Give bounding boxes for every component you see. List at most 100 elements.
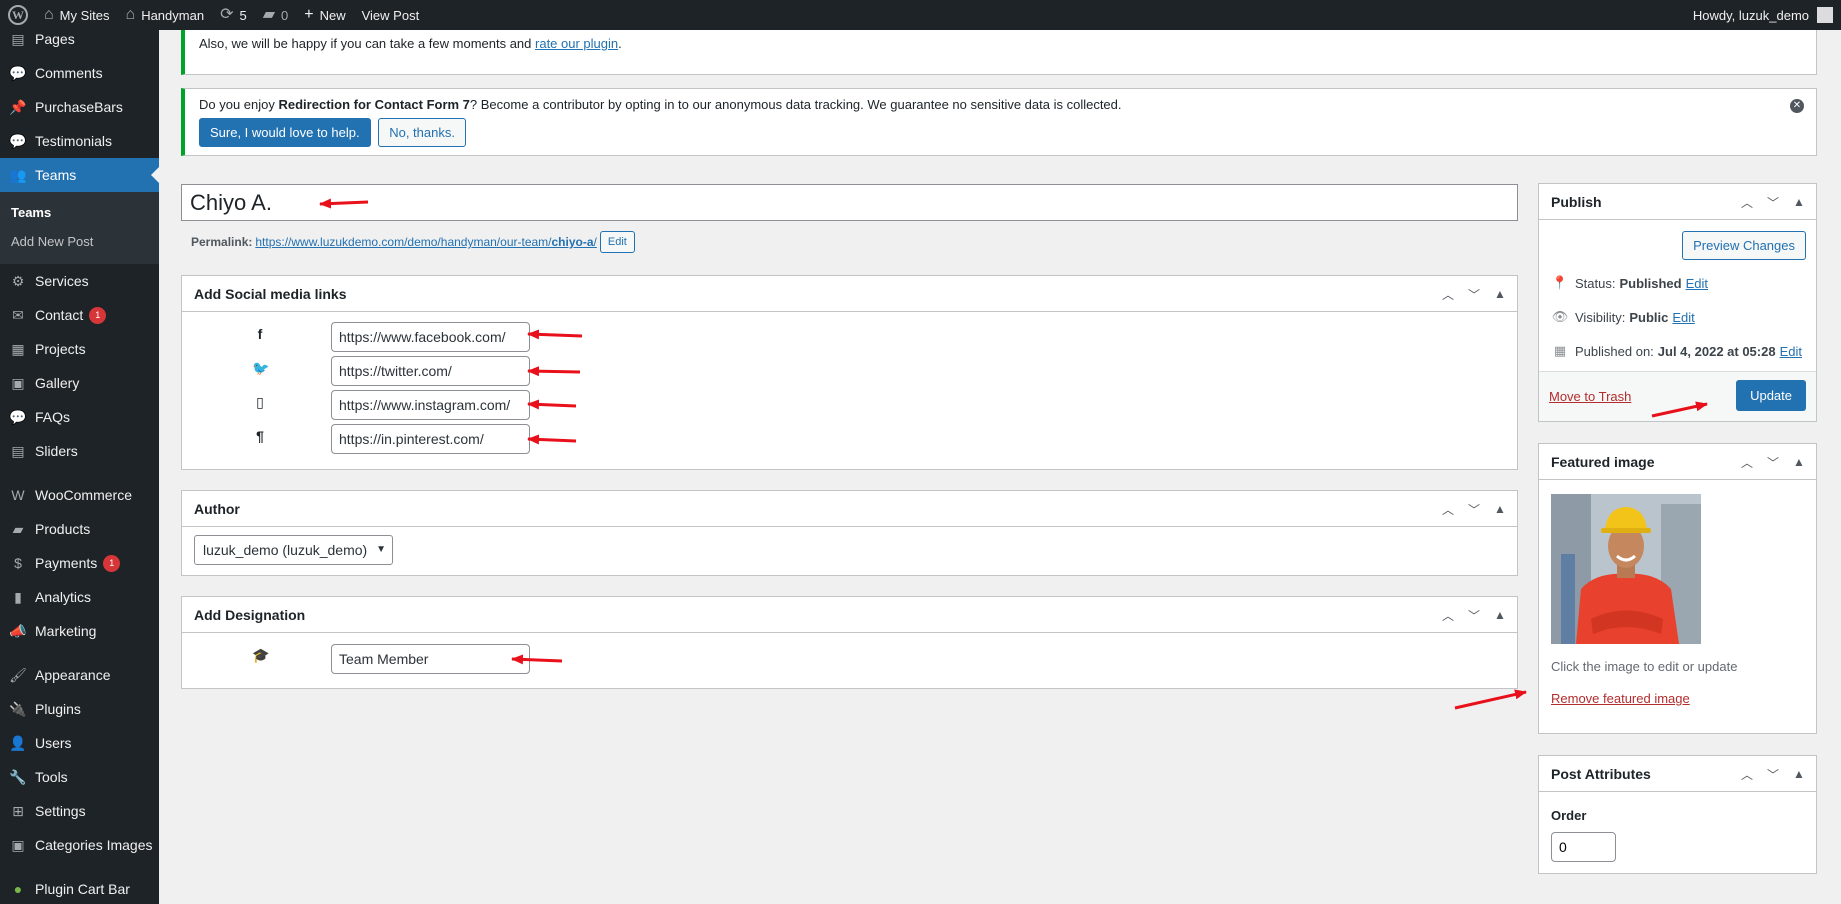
featured-image-box: Featured image ︿ ﹀ ▲ Click the image to … — [1538, 443, 1817, 734]
move-up-icon[interactable]: ︿ — [1439, 286, 1457, 303]
move-down-icon[interactable]: ﹀ — [1465, 501, 1483, 518]
admin-sidebar: ▤ Pages 💬 Comments 📌 PurchaseBars 💬 Testimonial… — [0, 30, 159, 904]
sidebar-item-users[interactable]: 👤 Users — [0, 726, 159, 760]
comments-icon: 💬 — [9, 64, 27, 81]
preview-changes-button[interactable]: Preview Changes — [1682, 231, 1806, 260]
order-input[interactable] — [1551, 832, 1616, 862]
gallery-icon: ▣ — [11, 374, 25, 391]
sidebar-item-contact[interactable]: ✉ Contact 1 — [0, 298, 159, 332]
published-label: Published on: — [1575, 343, 1654, 359]
sliders-icon: ▤ — [11, 442, 25, 459]
move-down-icon[interactable]: ﹀ — [1465, 286, 1483, 303]
submenu-teams[interactable]: Teams — [0, 198, 159, 227]
updates-link[interactable]: ⟳ 5 — [212, 0, 255, 30]
permalink-link[interactable]: https://www.luzukdemo.com/demo/handyman/… — [255, 235, 597, 249]
sidebar-item-plugins[interactable]: 🔌 Plugins — [0, 692, 159, 726]
move-up-icon[interactable]: ︿ — [1439, 607, 1457, 624]
author-select[interactable]: luzuk_demo (luzuk_demo) ▼ — [194, 535, 393, 565]
services-icon: ⚙ — [11, 272, 25, 289]
decline-button[interactable]: No, thanks. — [378, 118, 466, 147]
publish-box-title: Publish — [1551, 193, 1602, 210]
opt-in-button[interactable]: Sure, I would love to help. — [199, 118, 371, 147]
move-to-trash-link[interactable]: Move to Trash — [1549, 389, 1631, 404]
comments-link[interactable]: ▰ 0 — [255, 0, 297, 30]
collapse-icon[interactable]: ▲ — [1491, 287, 1509, 301]
view-post-link[interactable]: View Post — [354, 0, 428, 30]
collapse-icon[interactable]: ▲ — [1790, 767, 1808, 781]
update-button[interactable]: Update — [1736, 380, 1806, 411]
close-icon[interactable]: ✕ — [1790, 99, 1804, 113]
move-down-icon[interactable]: ﹀ — [1465, 607, 1483, 624]
sidebar-item-analytics[interactable]: ▮ Analytics — [0, 580, 159, 614]
account-menu[interactable]: Howdy, luzuk_demo — [1693, 0, 1841, 30]
remove-featured-image-link[interactable]: Remove featured image — [1551, 691, 1690, 706]
rate-plugin-notice: Also, we will be happy if you can take a… — [181, 30, 1817, 75]
new-content-menu[interactable]: + New — [296, 0, 353, 30]
social-link-row: 🐦 — [182, 356, 1517, 386]
marketing-icon: 📣 — [9, 622, 27, 639]
visibility-value: Public — [1629, 309, 1669, 325]
sidebar-item-label: FAQs — [35, 409, 71, 425]
tools-icon: 🔧 — [9, 768, 27, 785]
sidebar-item-pages[interactable]: ▤ Pages — [0, 30, 159, 56]
sidebar-item-sliders[interactable]: ▤ Sliders — [0, 434, 159, 468]
sidebar-item-payments[interactable]: $ Payments 1 — [0, 546, 159, 580]
sidebar-item-categories-images[interactable]: ▣ Categories Images — [0, 828, 159, 862]
move-up-icon[interactable]: ︿ — [1738, 194, 1756, 211]
site-name-menu[interactable]: ⌂ Handyman — [118, 0, 213, 30]
sidebar-item-purchasebars[interactable]: 📌 PurchaseBars — [0, 90, 159, 124]
designation-input[interactable] — [331, 644, 530, 674]
submenu-add-new-post[interactable]: Add New Post — [0, 227, 159, 256]
rate-plugin-link[interactable]: rate our plugin — [535, 36, 618, 51]
my-sites-menu[interactable]: ⌂ My Sites — [36, 0, 118, 30]
sidebar-item-plugin-cart-bar[interactable]: ● Plugin Cart Bar — [0, 872, 159, 904]
edit-date-link[interactable]: Edit — [1780, 344, 1802, 359]
pin-icon: 📍 — [1551, 275, 1569, 290]
sidebar-item-services[interactable]: ⚙ Services — [0, 264, 159, 298]
sidebar-item-label: Payments — [35, 555, 98, 571]
featured-image[interactable] — [1551, 494, 1701, 644]
instagram-url-input[interactable] — [331, 390, 530, 420]
twitter-url-input[interactable] — [331, 356, 530, 386]
notice-body: ? Become a contributor by opting in to o… — [469, 97, 1122, 112]
sidebar-item-projects[interactable]: ▦ Projects — [0, 332, 159, 366]
postbox-header: Publish ︿ ﹀ ▲ — [1539, 184, 1816, 220]
teams-submenu: Teams Add New Post — [0, 192, 159, 264]
sidebar-item-label: Testimonials — [35, 133, 113, 149]
move-down-icon[interactable]: ﹀ — [1764, 194, 1782, 211]
collapse-icon[interactable]: ▲ — [1491, 608, 1509, 622]
sidebar-item-marketing[interactable]: 📣 Marketing — [0, 614, 159, 648]
collapse-icon[interactable]: ▲ — [1790, 195, 1808, 209]
sidebar-item-woocommerce[interactable]: W WooCommerce — [0, 478, 159, 512]
sidebar-item-tools[interactable]: 🔧 Tools — [0, 760, 159, 794]
post-title-input[interactable] — [181, 184, 1518, 221]
testimonials-icon: 💬 — [9, 132, 27, 149]
sidebar-item-faqs[interactable]: 💬 FAQs — [0, 400, 159, 434]
pinterest-url-input[interactable] — [331, 424, 530, 454]
move-up-icon[interactable]: ︿ — [1439, 501, 1457, 518]
move-down-icon[interactable]: ﹀ — [1764, 454, 1782, 471]
edit-permalink-button[interactable]: Edit — [599, 231, 635, 253]
sidebar-item-label: Contact — [35, 307, 84, 323]
wordpress-logo[interactable]: W — [0, 0, 36, 30]
sidebar-item-comments[interactable]: 💬 Comments — [0, 56, 159, 90]
sidebar-item-appearance[interactable]: 🖌 Appearance — [0, 658, 159, 692]
move-up-icon[interactable]: ︿ — [1738, 766, 1756, 783]
featured-image-arrow — [1454, 689, 1527, 710]
collapse-icon[interactable]: ▲ — [1491, 502, 1509, 516]
sidebar-item-testimonials[interactable]: 💬 Testimonials — [0, 124, 159, 158]
sidebar-item-label: Plugins — [35, 701, 81, 717]
sidebar-item-gallery[interactable]: ▣ Gallery — [0, 366, 159, 400]
edit-visibility-link[interactable]: Edit — [1672, 310, 1694, 325]
move-down-icon[interactable]: ﹀ — [1764, 766, 1782, 783]
edit-status-link[interactable]: Edit — [1686, 276, 1708, 291]
sidebar-item-settings[interactable]: ⊞ Settings — [0, 794, 159, 828]
facebook-icon: f — [257, 326, 263, 342]
sidebar-item-products[interactable]: ▰ Products — [0, 512, 159, 546]
move-up-icon[interactable]: ︿ — [1738, 454, 1756, 471]
comment-icon: ▰ — [262, 6, 276, 23]
collapse-icon[interactable]: ▲ — [1790, 455, 1808, 469]
facebook-url-input[interactable] — [331, 322, 530, 352]
sidebar-item-teams[interactable]: 👥 Teams — [0, 158, 159, 192]
twitter-icon: 🐦 — [252, 360, 270, 376]
